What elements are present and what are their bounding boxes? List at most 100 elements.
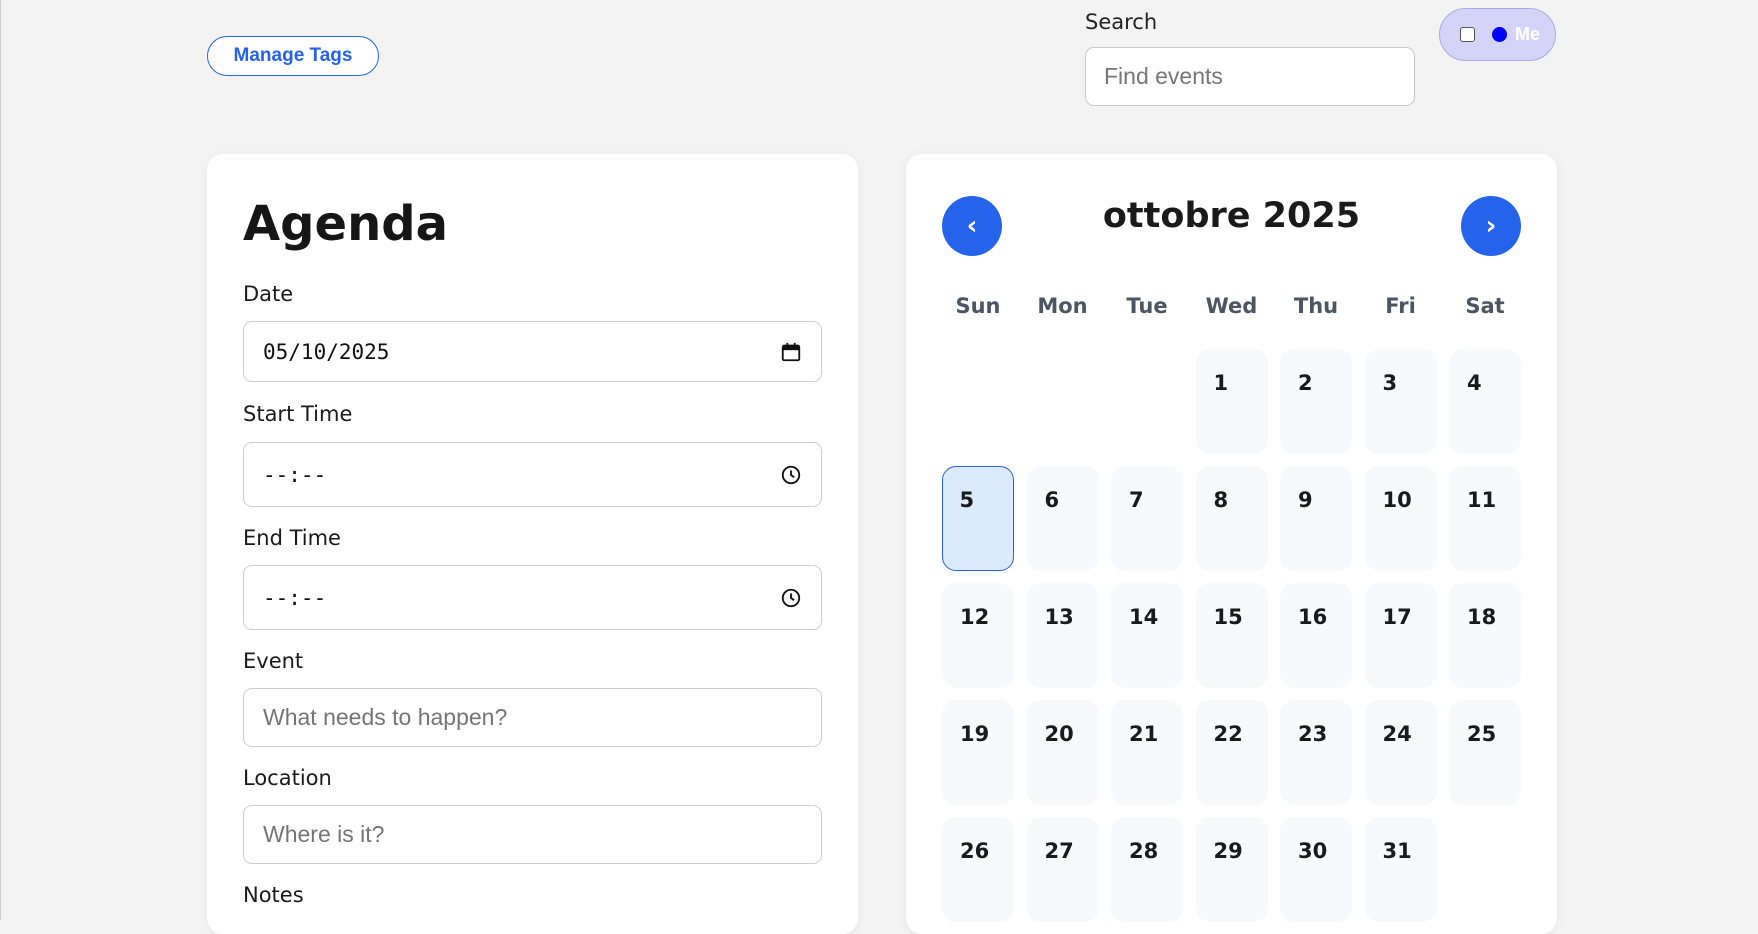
search-input[interactable] [1085, 47, 1415, 106]
day-blank [1027, 349, 1099, 454]
day-cell[interactable]: 26 [942, 817, 1014, 922]
date-value: 05/10/2025 [263, 339, 390, 364]
day-cell[interactable]: 7 [1111, 466, 1183, 571]
day-cell[interactable]: 10 [1364, 466, 1437, 571]
end-time-field[interactable]: --:-- [243, 565, 822, 630]
day-number: 21 [1129, 722, 1159, 746]
day-cell[interactable]: 31 [1364, 817, 1437, 922]
day-blank [942, 349, 1014, 454]
day-cell[interactable]: 28 [1111, 817, 1183, 922]
month-title: ottobre 2025 [1102, 196, 1361, 236]
me-label: Me [1515, 24, 1541, 44]
notes-label: Notes [243, 883, 304, 907]
weekday-label: Fri [1385, 294, 1416, 318]
weekday-label: Sat [1465, 294, 1505, 318]
weekday-label: Tue [1126, 294, 1168, 318]
day-cell[interactable]: 17 [1364, 583, 1437, 688]
agenda-title: Agenda [243, 196, 448, 252]
me-filter-toggle[interactable]: Me [1439, 8, 1556, 61]
day-cell[interactable]: 19 [942, 700, 1014, 805]
day-cell[interactable]: 3 [1364, 349, 1437, 454]
day-number: 11 [1467, 488, 1497, 512]
day-cell[interactable]: 2 [1280, 349, 1352, 454]
day-blank [1111, 349, 1183, 454]
day-cell[interactable]: 25 [1449, 700, 1521, 805]
clock-icon[interactable] [780, 587, 802, 609]
day-number: 22 [1213, 722, 1243, 746]
day-cell[interactable]: 9 [1280, 466, 1352, 571]
day-number: 25 [1467, 722, 1497, 746]
window-edge [0, 0, 1, 920]
location-label: Location [243, 766, 332, 790]
day-number: 2 [1298, 371, 1313, 395]
day-cell[interactable]: 21 [1111, 700, 1183, 805]
day-cell[interactable]: 1 [1195, 349, 1268, 454]
day-cell[interactable]: 29 [1195, 817, 1268, 922]
day-number: 26 [960, 839, 990, 863]
day-cell[interactable]: 20 [1026, 700, 1099, 805]
day-cell[interactable]: 30 [1280, 817, 1352, 922]
day-cell[interactable]: 27 [1026, 817, 1099, 922]
day-cell[interactable]: 4 [1449, 349, 1521, 454]
me-color-dot [1492, 27, 1507, 42]
event-input[interactable] [243, 688, 822, 747]
agenda-card: Agenda Date 05/10/2025 Start Time --:-- … [207, 154, 858, 934]
day-number: 18 [1467, 605, 1497, 629]
calendar-icon[interactable] [780, 341, 802, 363]
day-number: 14 [1129, 605, 1159, 629]
day-number: 16 [1298, 605, 1328, 629]
weekday-label: Wed [1205, 294, 1258, 318]
end-time-value: --:-- [263, 585, 327, 610]
day-cell-selected[interactable]: 5 [942, 466, 1014, 571]
day-number: 5 [959, 487, 975, 512]
day-number: 30 [1298, 839, 1328, 863]
day-grid: 1 2 3 4 5 6 7 8 9 10 11 12 13 14 15 16 17 18 19 20 21 22 23 24 2… [942, 349, 1521, 922]
day-number: 13 [1044, 605, 1074, 629]
day-number: 1 [1213, 371, 1229, 395]
day-cell[interactable]: 13 [1026, 583, 1099, 688]
day-number: 23 [1298, 722, 1328, 746]
start-time-field[interactable]: --:-- [243, 442, 822, 507]
date-field[interactable]: 05/10/2025 [243, 321, 822, 382]
day-cell[interactable]: 12 [942, 583, 1014, 688]
weekday-label: Thu [1293, 294, 1339, 318]
day-number: 20 [1044, 722, 1074, 746]
day-number: 15 [1213, 605, 1243, 629]
weekday-label: Mon [1037, 294, 1088, 318]
day-number: 29 [1213, 839, 1243, 863]
day-number: 6 [1044, 488, 1060, 512]
day-number: 12 [960, 605, 990, 629]
day-number: 3 [1382, 371, 1398, 395]
day-cell[interactable]: 16 [1280, 583, 1352, 688]
me-checkbox[interactable] [1460, 27, 1475, 42]
day-number: 28 [1129, 839, 1159, 863]
clock-icon[interactable] [780, 464, 802, 486]
weekday-label: Sun [955, 294, 1001, 318]
day-cell[interactable]: 18 [1449, 583, 1521, 688]
day-cell[interactable]: 14 [1111, 583, 1183, 688]
day-number: 27 [1044, 839, 1074, 863]
day-cell[interactable]: 23 [1280, 700, 1352, 805]
end-time-label: End Time [243, 526, 341, 550]
day-cell[interactable]: 6 [1026, 466, 1099, 571]
weekday-header: Sun Mon Tue Wed Thu Fri Sat [942, 294, 1521, 318]
calendar-card: ‹ ottobre 2025 › Sun Mon Tue Wed Thu Fri… [906, 154, 1557, 934]
day-cell[interactable]: 22 [1195, 700, 1268, 805]
day-number: 24 [1382, 722, 1412, 746]
start-time-label: Start Time [243, 402, 353, 426]
day-cell[interactable]: 15 [1195, 583, 1268, 688]
next-month-button[interactable]: › [1461, 196, 1521, 256]
day-number: 8 [1213, 488, 1229, 512]
day-number: 19 [960, 722, 990, 746]
day-number: 17 [1382, 605, 1412, 629]
event-label: Event [243, 649, 304, 673]
day-cell[interactable]: 8 [1195, 466, 1268, 571]
day-number: 9 [1298, 488, 1313, 512]
location-input[interactable] [243, 805, 822, 864]
search-label: Search [1085, 10, 1158, 34]
day-cell[interactable]: 11 [1449, 466, 1521, 571]
date-label: Date [243, 282, 294, 306]
day-number: 31 [1382, 839, 1412, 863]
day-cell[interactable]: 24 [1364, 700, 1437, 805]
manage-tags-button[interactable]: Manage Tags [207, 36, 379, 76]
